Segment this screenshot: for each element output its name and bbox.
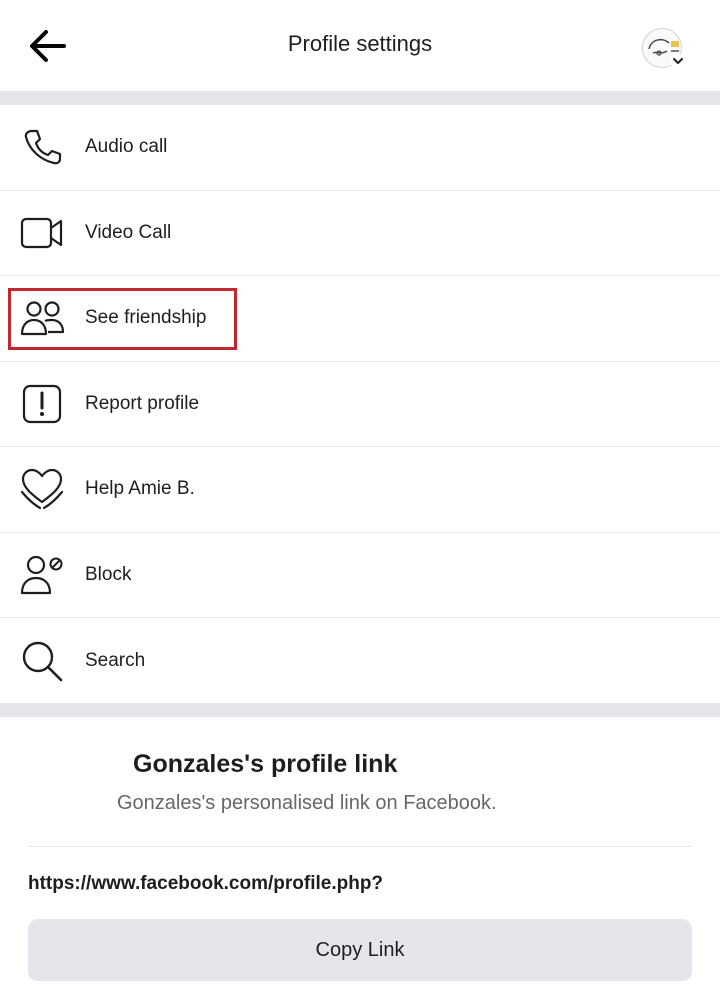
friends-icon <box>18 294 66 342</box>
menu-item-label: Report profile <box>85 392 200 414</box>
menu-item-audio-call[interactable]: Audio call <box>0 105 720 191</box>
profile-settings-menu: Audio call Video Call See friendship Rep… <box>0 105 720 704</box>
menu-item-report-profile[interactable]: Report profile <box>0 362 720 447</box>
header-divider <box>0 91 720 105</box>
heart-hands-icon <box>18 465 66 513</box>
menu-item-help[interactable]: Help Amie B. <box>0 447 720 533</box>
phone-icon <box>18 123 66 171</box>
menu-item-label: Search <box>85 649 146 671</box>
menu-item-see-friendship[interactable]: See friendship <box>0 276 720 362</box>
profile-url[interactable]: https://www.facebook.com/profile.php? <box>28 873 383 895</box>
menu-item-search[interactable]: Search <box>0 618 720 704</box>
report-icon <box>18 380 66 428</box>
profile-link-section: Gonzales's profile link Gonzales's perso… <box>0 717 720 998</box>
search-icon <box>18 637 66 685</box>
account-switcher[interactable] <box>640 26 688 70</box>
menu-item-label: Block <box>85 563 132 585</box>
profile-link-title: Gonzales's profile link <box>133 750 398 778</box>
copy-link-button[interactable]: Copy Link <box>28 919 692 981</box>
menu-item-label: See friendship <box>85 307 207 329</box>
profile-link-subtitle: Gonzales's personalised link on Facebook… <box>117 792 497 814</box>
menu-item-block[interactable]: Block <box>0 533 720 618</box>
divider <box>28 846 692 847</box>
menu-item-label: Video Call <box>85 221 172 243</box>
section-divider <box>0 703 720 717</box>
menu-item-label: Audio call <box>85 136 168 158</box>
top-bar: Profile settings <box>0 0 720 91</box>
menu-item-video-call[interactable]: Video Call <box>0 191 720 276</box>
block-user-icon <box>18 551 66 599</box>
chevron-down-icon <box>670 54 686 68</box>
page-title: Profile settings <box>287 31 433 56</box>
video-camera-icon <box>18 209 66 257</box>
menu-item-label: Help Amie B. <box>85 478 195 500</box>
